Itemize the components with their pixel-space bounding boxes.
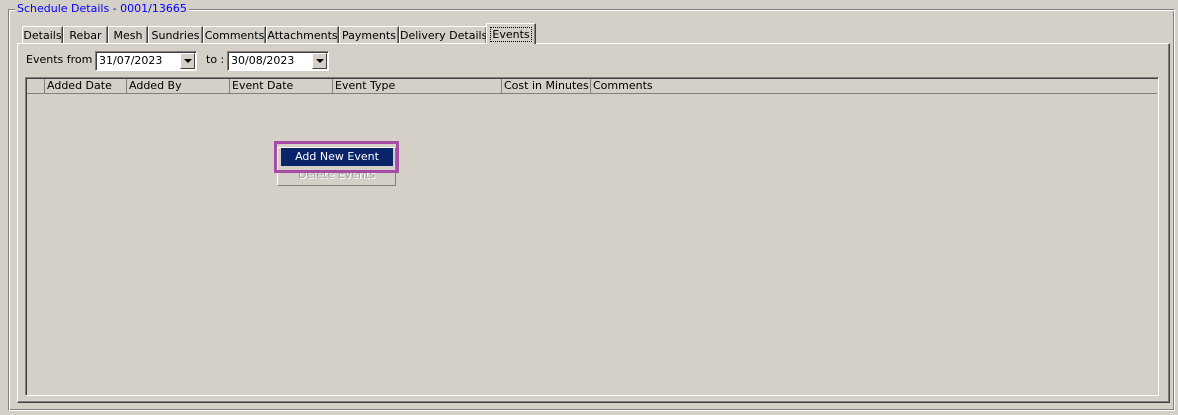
chevron-down-icon xyxy=(184,59,192,63)
events-to-date-picker[interactable]: 30/08/2023 xyxy=(227,51,329,71)
tab-mesh-label: Mesh xyxy=(113,29,143,42)
events-to-date-value: 30/08/2023 xyxy=(231,54,295,67)
add-new-event-menu-item[interactable]: Add New Event xyxy=(281,148,393,166)
tab-comments-label: Comments xyxy=(204,29,265,42)
column-header-added-by[interactable]: Added By xyxy=(127,79,230,94)
tab-attachments-label: Attachments xyxy=(267,29,338,42)
tab-rebar[interactable]: Rebar xyxy=(63,26,108,43)
tab-payments[interactable]: Payments xyxy=(339,26,399,43)
column-header-event-date[interactable]: Event Date xyxy=(230,79,333,94)
events-from-dropdown-button[interactable] xyxy=(180,53,195,69)
events-to-dropdown-button[interactable] xyxy=(312,53,327,69)
tab-delivery-details[interactable]: Delivery Details xyxy=(399,26,487,43)
row-selector-header[interactable] xyxy=(27,79,45,94)
column-header-added-date[interactable]: Added Date xyxy=(45,79,127,94)
events-from-date-value: 31/07/2023 xyxy=(99,54,163,67)
column-header-cost-in-minutes[interactable]: Cost in Minutes xyxy=(502,79,591,94)
tab-events-label: Events xyxy=(490,27,532,42)
tab-comments[interactable]: Comments xyxy=(203,26,266,43)
group-title: Schedule Details - 0001/13665 xyxy=(15,2,189,16)
tab-details[interactable]: Details xyxy=(22,26,63,43)
column-header-event-type[interactable]: Event Type xyxy=(333,79,502,94)
tab-sundries[interactable]: Sundries xyxy=(148,26,203,43)
tab-delivery-details-label: Delivery Details xyxy=(400,29,488,42)
column-header-comments[interactable]: Comments xyxy=(591,79,1157,94)
chevron-down-icon xyxy=(316,59,324,63)
tab-rebar-label: Rebar xyxy=(69,29,102,42)
tab-payments-label: Payments xyxy=(342,29,396,42)
events-grid[interactable]: Added Date Added By Event Date Event Typ… xyxy=(25,77,1159,396)
tab-mesh[interactable]: Mesh xyxy=(108,26,148,43)
events-from-date-picker[interactable]: 31/07/2023 xyxy=(95,51,197,71)
tab-events[interactable]: Events xyxy=(486,23,536,44)
tab-attachments[interactable]: Attachments xyxy=(266,26,339,43)
events-from-label: Events from : xyxy=(26,53,100,66)
tab-details-label: Details xyxy=(23,29,62,42)
grid-header: Added Date Added By Event Date Event Typ… xyxy=(27,79,1157,94)
tab-sundries-label: Sundries xyxy=(151,29,200,42)
events-to-label: to : xyxy=(206,53,225,66)
